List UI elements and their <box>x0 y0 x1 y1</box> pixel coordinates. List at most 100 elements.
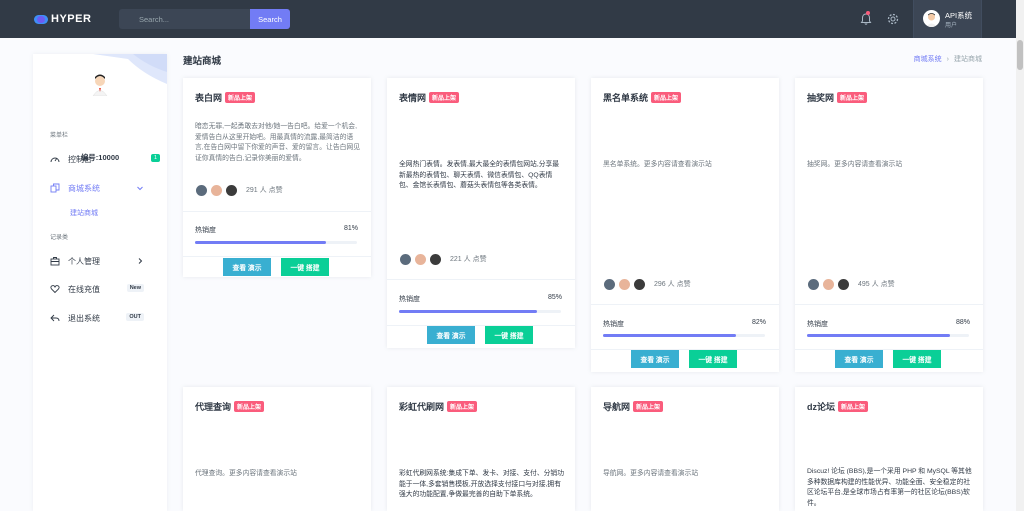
divider <box>387 325 575 326</box>
search-button[interactable]: Search <box>250 9 290 29</box>
progress-bar <box>603 334 765 337</box>
progress-fill <box>603 334 736 337</box>
new-tag: 新品上架 <box>837 92 868 103</box>
card-description: 全网热门表情。发表情,最大最全的表情包网站,分享最新最热的表情包、聊天表情、微信… <box>399 161 560 189</box>
card-title: 表情网 新品上架 <box>399 91 460 104</box>
brand-name: HYPER <box>51 13 92 25</box>
breadcrumb-link[interactable]: 商城系统 <box>914 56 942 63</box>
one-click-build-button[interactable]: 一键 搭建 <box>485 326 533 344</box>
count-badge: 1 <box>150 154 160 162</box>
page-title: 建站商城 <box>183 56 222 67</box>
scrollbar-thumb[interactable] <box>1017 40 1023 70</box>
sidebar-item-label: 在线充值 <box>68 284 100 294</box>
speedometer-icon <box>50 157 60 163</box>
progress-bar <box>399 310 561 313</box>
likers: 291 人 点赞 <box>195 183 283 197</box>
like-count: 221 人 点赞 <box>450 256 487 263</box>
briefcase-icon <box>50 257 60 266</box>
product-card: 表情网 新品上架 全网热门表情。发表情,最大最全的表情包网站,分享最新最热的表情包… <box>387 78 575 348</box>
search-bar: Search <box>119 9 290 29</box>
liker-avatar <box>837 277 850 291</box>
sidebar-subitem-site-mall[interactable]: 建站商城 <box>70 208 98 218</box>
card-description: 抽奖网。更多内容请查看演示站 <box>807 161 903 168</box>
gear-icon[interactable] <box>886 12 900 26</box>
sidebar-item-recharge[interactable]: 在线充值 New <box>50 282 160 296</box>
one-click-build-button[interactable]: 一键 搭建 <box>689 350 737 368</box>
card-title: 抽奖网 新品上架 <box>807 91 868 104</box>
liker-avatar <box>225 183 238 197</box>
heat-percent: 81% <box>343 225 358 232</box>
divider <box>387 279 575 280</box>
product-card: 彩虹代刷网 新品上架 彩虹代刷网系统:集成下单、发卡、对接、支付、分销功能于一体,… <box>387 387 575 511</box>
heat-label: 热销度 <box>807 321 828 328</box>
sidebar-item-label: 个人管理 <box>68 256 100 266</box>
heat-label: 热销度 <box>399 296 420 303</box>
card-title: 彩虹代刷网 新品上架 <box>399 400 478 413</box>
product-card: 抽奖网 新品上架 抽奖网。更多内容请查看演示站 495 人 点赞 热销度 88% … <box>795 78 983 372</box>
liker-avatar <box>195 183 208 197</box>
liker-avatar <box>618 277 631 291</box>
logo-icon <box>34 14 48 24</box>
divider <box>795 349 983 350</box>
card-title-text: 代理查询 <box>195 402 232 412</box>
sidebar-item-mall[interactable]: 商城系统 <box>50 181 160 195</box>
card-title: 代理查询 新品上架 <box>195 400 265 413</box>
new-tag: 新品上架 <box>447 401 478 412</box>
product-card: 表白网 新品上架 暗恋无罪,一起勇敢去对他/她一告白吧。给爱一个机会,爱情告白从这… <box>183 78 371 277</box>
progress-bar <box>195 241 357 244</box>
chevron-right-icon <box>138 258 143 264</box>
card-title-text: 抽奖网 <box>807 93 835 103</box>
scrollbar[interactable] <box>1016 0 1024 511</box>
view-demo-button[interactable]: 查看 演示 <box>631 350 679 368</box>
card-title-text: 表白网 <box>195 93 223 103</box>
user-menu[interactable]: API系统 用户 <box>913 0 982 38</box>
divider <box>591 304 779 305</box>
sidebar-item-label: 商城系统 <box>68 183 100 193</box>
liker-avatar <box>807 277 820 291</box>
section-title-records: 记录类 <box>50 235 69 241</box>
divider <box>795 304 983 305</box>
view-demo-button[interactable]: 查看 演示 <box>427 326 475 344</box>
view-demo-button[interactable]: 查看 演示 <box>223 258 271 276</box>
sidebar-item-logout[interactable]: 退出系统 OUT <box>50 311 160 325</box>
heat-percent: 82% <box>751 319 766 326</box>
like-count: 296 人 点赞 <box>654 281 691 288</box>
sidebar-item-label: 控制台 <box>68 154 92 164</box>
sidebar: 编号:10000 菜单栏 控制台 1 商城系统 建站商城 记录类 个人管理 在线… <box>33 54 167 511</box>
top-navbar: HYPER Search API系统 用户 <box>0 0 1024 511</box>
breadcrumb-separator: › <box>946 56 949 63</box>
sidebar-item-label: 退出系统 <box>68 313 100 323</box>
one-click-build-button[interactable]: 一键 搭建 <box>281 258 329 276</box>
new-tag: 新品上架 <box>651 92 682 103</box>
new-tag: 新品上架 <box>633 401 664 412</box>
view-demo-button[interactable]: 查看 演示 <box>835 350 883 368</box>
chevron-down-icon <box>137 186 143 191</box>
card-description: Discuz! 论坛 (BBS),是一个采用 PHP 和 MySQL 等其他多种… <box>807 468 972 507</box>
product-card: 代理查询 新品上架 代理查询。更多内容请查看演示站 <box>183 387 371 511</box>
search-input[interactable] <box>119 9 249 29</box>
sidebar-item-personal[interactable]: 个人管理 <box>50 254 160 268</box>
card-description: 导航网。更多内容请查看演示站 <box>603 470 699 477</box>
product-card: 导航网 新品上架 导航网。更多内容请查看演示站 <box>591 387 779 511</box>
card-description: 代理查询。更多内容请查看演示站 <box>195 470 297 477</box>
new-badge: New <box>126 284 144 292</box>
liker-avatar <box>399 252 412 266</box>
profile-avatar <box>92 74 108 96</box>
card-title-text: dz论坛 <box>807 402 835 412</box>
divider <box>591 349 779 350</box>
progress-fill <box>399 310 537 313</box>
progress-fill <box>807 334 950 337</box>
card-description: 暗恋无罪,一起勇敢去对他/她一告白吧。给爱一个机会,爱情告白从这里开始吧。用最真… <box>195 123 361 162</box>
heat-percent: 85% <box>547 294 562 301</box>
liker-avatar <box>414 252 427 266</box>
new-tag: 新品上架 <box>838 401 869 412</box>
user-role: 用户 <box>945 23 958 29</box>
liker-avatar <box>603 277 616 291</box>
like-count: 291 人 点赞 <box>246 187 283 194</box>
card-title: 表白网 新品上架 <box>195 91 256 104</box>
one-click-build-button[interactable]: 一键 搭建 <box>893 350 941 368</box>
sidebar-item-dashboard[interactable]: 控制台 1 <box>50 152 160 166</box>
card-title-text: 表情网 <box>399 93 427 103</box>
divider <box>183 211 371 212</box>
brand-logo[interactable]: HYPER <box>34 12 91 26</box>
